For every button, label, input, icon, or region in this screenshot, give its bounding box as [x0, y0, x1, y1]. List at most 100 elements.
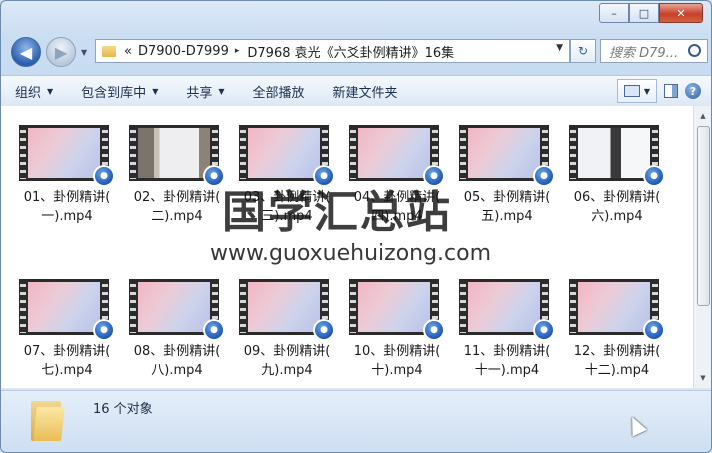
media-player-icon: ●	[533, 319, 555, 341]
preview-pane-icon	[664, 84, 678, 98]
address-dropdown-icon[interactable]: ▼	[556, 43, 563, 53]
media-player-icon: ●	[313, 319, 335, 341]
breadcrumb-segment-2[interactable]: D7968 袁光《六爻卦例精讲》16集	[247, 42, 454, 61]
media-player-icon: ●	[533, 165, 555, 187]
file-name: 06、卦例精讲( 六).mp4	[573, 190, 661, 224]
maximize-button[interactable]: □	[629, 3, 659, 23]
file-item[interactable]: ● 01、卦例精讲( 一).mp4	[14, 116, 120, 224]
file-name: 05、卦例精讲( 五).mp4	[463, 190, 551, 224]
thumbnail-frame	[468, 128, 540, 178]
media-player-icon: ●	[93, 165, 115, 187]
thumbnail-frame	[248, 128, 320, 178]
minimize-button[interactable]: –	[599, 3, 629, 23]
file-name: 12、卦例精讲( 十二).mp4	[573, 344, 661, 378]
close-button[interactable]: ✕	[659, 3, 703, 23]
share-menu[interactable]: 共享 ▼	[172, 82, 238, 101]
media-player-icon: ●	[203, 319, 225, 341]
scrollbar-thumb[interactable]	[697, 126, 710, 306]
breadcrumb-overflow[interactable]: «	[124, 44, 132, 59]
media-player-icon: ●	[643, 165, 665, 187]
file-item[interactable]: ● 09、卦例精讲( 九).mp4	[234, 270, 340, 378]
file-name: 01、卦例精讲( 一).mp4	[23, 190, 111, 224]
thumbnail-frame	[138, 128, 210, 178]
refresh-button[interactable]: ↻	[570, 39, 596, 63]
window-controls: – □ ✕	[599, 3, 703, 23]
thumbnail-frame	[578, 282, 650, 332]
thumbnail-frame	[28, 282, 100, 332]
view-controls: ▼ ?	[617, 79, 701, 103]
chevron-down-icon: ▼	[643, 86, 651, 96]
video-thumbnail: ●	[239, 125, 335, 187]
video-thumbnail: ●	[569, 125, 665, 187]
video-thumbnail: ●	[459, 279, 555, 341]
back-button[interactable]: ◀	[11, 37, 41, 67]
search-box[interactable]: 搜索 D79...	[600, 39, 708, 63]
chevron-down-icon: ▼	[152, 86, 159, 96]
breadcrumb-separator-icon[interactable]: ▸	[235, 46, 240, 56]
video-thumbnail: ●	[129, 125, 225, 187]
video-thumbnail: ●	[19, 125, 115, 187]
file-name: 02、卦例精讲( 二).mp4	[133, 190, 221, 224]
file-name: 07、卦例精讲( 七).mp4	[23, 344, 111, 378]
forward-button[interactable]: ▶	[46, 37, 76, 67]
search-icon[interactable]	[688, 44, 701, 57]
file-item[interactable]: ● 06、卦例精讲( 六).mp4	[564, 116, 670, 224]
scroll-up-icon[interactable]: ▲	[694, 108, 711, 124]
organize-label: 组织	[15, 85, 42, 101]
search-input[interactable]: 搜索 D79...	[609, 42, 678, 61]
media-player-icon: ●	[643, 319, 665, 341]
video-thumbnail: ●	[459, 125, 555, 187]
video-thumbnail: ●	[569, 279, 665, 341]
file-item[interactable]: ● 10、卦例精讲( 十).mp4	[344, 270, 450, 378]
navigation-bar: ◀ ▶ ▼ « D7900-D7999 ▸ D7968 袁光《六爻卦例精讲》16…	[1, 31, 711, 71]
file-item[interactable]: ● 11、卦例精讲( 十一).mp4	[454, 270, 560, 378]
video-thumbnail: ●	[349, 279, 445, 341]
share-label: 共享	[186, 85, 213, 101]
change-view-button[interactable]: ▼	[617, 79, 657, 103]
file-name: 11、卦例精讲( 十一).mp4	[463, 344, 551, 378]
chevron-down-icon: ▼	[218, 86, 225, 96]
video-thumbnail: ●	[349, 125, 445, 187]
details-pane: 16 个对象	[1, 390, 711, 452]
video-thumbnail: ●	[129, 279, 225, 341]
play-all-button[interactable]: 全部播放	[239, 82, 319, 101]
include-in-library-label: 包含到库中	[81, 85, 147, 101]
video-thumbnail: ●	[19, 279, 115, 341]
folder-icon	[29, 397, 65, 443]
scroll-down-icon[interactable]: ▼	[694, 370, 711, 386]
new-folder-button[interactable]: 新建文件夹	[319, 82, 412, 101]
media-player-icon: ●	[423, 319, 445, 341]
item-count: 16 个对象	[93, 402, 153, 417]
file-item[interactable]: ● 08、卦例精讲( 八).mp4	[124, 270, 230, 378]
folder-icon	[102, 45, 116, 57]
breadcrumb-segment-1[interactable]: D7900-D7999	[138, 44, 229, 59]
video-thumbnail: ●	[239, 279, 335, 341]
thumbnail-frame	[578, 128, 650, 178]
recent-pages-dropdown-icon[interactable]: ▼	[81, 48, 87, 57]
address-bar[interactable]: « D7900-D7999 ▸ D7968 袁光《六爻卦例精讲》16集 ▼	[95, 39, 570, 63]
file-item[interactable]: ● 05、卦例精讲( 五).mp4	[454, 116, 560, 224]
include-in-library-menu[interactable]: 包含到库中 ▼	[67, 82, 172, 101]
organize-menu[interactable]: 组织 ▼	[1, 82, 67, 101]
thumbnail-frame	[28, 128, 100, 178]
view-icon	[623, 85, 640, 97]
watermark-title: 国学汇总站	[222, 187, 452, 238]
file-name: 08、卦例精讲( 八).mp4	[133, 344, 221, 378]
thumbnail-frame	[358, 128, 430, 178]
file-item[interactable]: ● 12、卦例精讲( 十二).mp4	[564, 270, 670, 378]
preview-pane-button[interactable]	[661, 81, 681, 101]
chevron-down-icon: ▼	[47, 86, 54, 96]
thumbnail-frame	[358, 282, 430, 332]
media-player-icon: ●	[93, 319, 115, 341]
thumbnail-frame	[248, 282, 320, 332]
command-bar: 组织 ▼ 包含到库中 ▼ 共享 ▼ 全部播放 新建文件夹 ▼ ?	[1, 75, 711, 107]
vertical-scrollbar[interactable]: ▲ ▼	[693, 106, 711, 388]
help-button[interactable]: ?	[685, 83, 701, 99]
thumbnail-frame	[468, 282, 540, 332]
thumbnail-frame	[138, 282, 210, 332]
file-name: 09、卦例精讲( 九).mp4	[243, 344, 331, 378]
file-item[interactable]: ● 07、卦例精讲( 七).mp4	[14, 270, 120, 378]
watermark-url: www.guoxuehuizong.com	[210, 241, 492, 266]
file-name: 10、卦例精讲( 十).mp4	[353, 344, 441, 378]
file-item[interactable]: ● 02、卦例精讲( 二).mp4	[124, 116, 230, 224]
